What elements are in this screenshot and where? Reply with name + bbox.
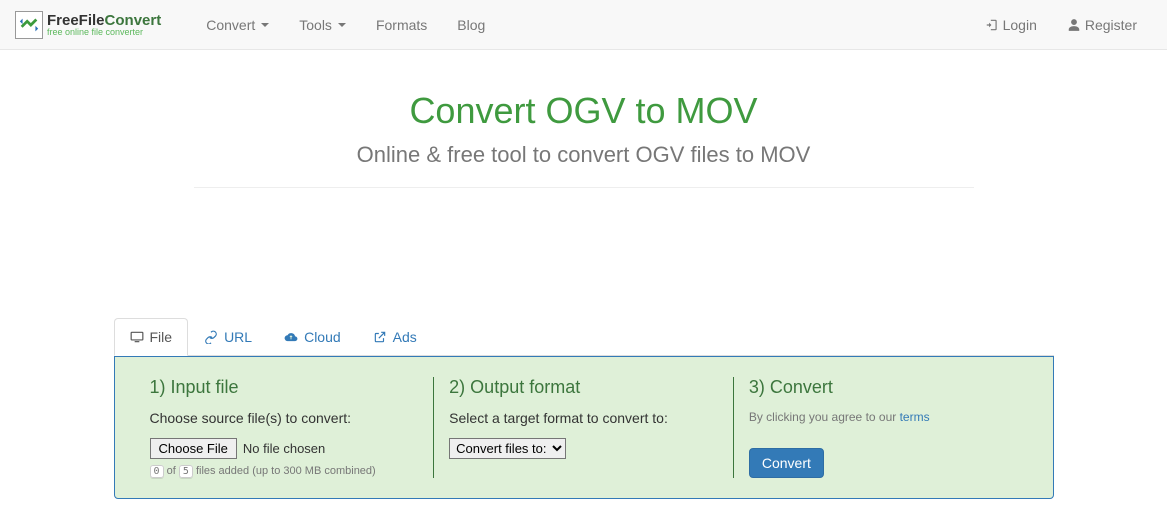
step3-title: 3) Convert	[749, 377, 1018, 398]
tab-cloud-label: Cloud	[304, 329, 341, 345]
step1-desc: Choose source file(s) to convert:	[150, 410, 419, 426]
format-select[interactable]: Convert files to:	[449, 438, 566, 459]
external-icon	[373, 330, 387, 344]
brand-link[interactable]: FreeFileConvert free online file convert…	[15, 11, 161, 39]
login-icon	[985, 18, 999, 32]
tab-url[interactable]: URL	[188, 318, 268, 356]
nav-formats[interactable]: Formats	[361, 2, 442, 48]
step2-desc: Select a target format to convert to:	[449, 410, 718, 426]
logo-icon	[15, 11, 43, 39]
user-icon	[1067, 18, 1081, 32]
nav-convert[interactable]: Convert	[191, 2, 284, 48]
files-added-count: 0	[150, 465, 164, 478]
tabs-wrap: File URL Cloud Ads	[114, 318, 1054, 499]
main-container: Convert OGV to MOV Online & free tool to…	[99, 90, 1069, 499]
navbar-left: FreeFileConvert free online file convert…	[15, 2, 500, 48]
navbar: FreeFileConvert free online file convert…	[0, 0, 1167, 50]
tab-ads[interactable]: Ads	[357, 318, 433, 356]
caret-icon	[261, 23, 269, 27]
nav-links: Convert Tools Formats Blog	[191, 2, 500, 48]
files-limit-text: files added (up to 300 MB combined)	[196, 465, 376, 477]
page-title: Convert OGV to MOV	[194, 90, 974, 132]
terms-link[interactable]: terms	[900, 410, 930, 424]
tab-url-label: URL	[224, 329, 252, 345]
convert-button[interactable]: Convert	[749, 448, 824, 478]
nav-blog-label: Blog	[457, 17, 485, 33]
navbar-right: Login Register	[970, 2, 1152, 48]
page-subtitle: Online & free tool to convert OGV files …	[194, 142, 974, 168]
page-header: Convert OGV to MOV Online & free tool to…	[194, 90, 974, 188]
agree-text: By clicking you agree to our	[749, 410, 900, 424]
step-1: 1) Input file Choose source file(s) to c…	[135, 377, 435, 478]
file-input-row: Choose File No file chosen	[150, 438, 419, 459]
step-3: 3) Convert By clicking you agree to our …	[734, 377, 1033, 478]
login-label: Login	[1003, 17, 1037, 33]
nav-convert-label: Convert	[206, 17, 255, 33]
files-max-count: 5	[179, 465, 193, 478]
tab-cloud[interactable]: Cloud	[268, 318, 357, 356]
nav-tools[interactable]: Tools	[284, 2, 361, 48]
nav-tools-label: Tools	[299, 17, 332, 33]
monitor-icon	[130, 330, 144, 344]
nav-tabs: File URL Cloud Ads	[114, 318, 1054, 356]
choose-file-button[interactable]: Choose File	[150, 438, 237, 459]
brand-sub: free online file converter	[47, 28, 161, 37]
no-file-text: No file chosen	[243, 441, 325, 456]
tab-file-label: File	[150, 329, 173, 345]
cloud-icon	[284, 330, 298, 344]
register-label: Register	[1085, 17, 1137, 33]
login-link[interactable]: Login	[970, 2, 1052, 48]
panel: 1) Input file Choose source file(s) to c…	[114, 356, 1054, 499]
brand-main2: Convert	[105, 12, 162, 29]
nav-formats-label: Formats	[376, 17, 427, 33]
tab-file[interactable]: File	[114, 318, 189, 356]
tab-ads-label: Ads	[393, 329, 417, 345]
step-2: 2) Output format Select a target format …	[434, 377, 734, 478]
step3-desc: By clicking you agree to our terms	[749, 410, 1018, 424]
register-link[interactable]: Register	[1052, 2, 1152, 48]
of-text: of	[167, 465, 176, 477]
step1-title: 1) Input file	[150, 377, 419, 398]
link-icon	[204, 330, 218, 344]
file-limits: 0 of 5 files added (up to 300 MB combine…	[150, 465, 419, 477]
caret-icon	[338, 23, 346, 27]
brand-text: FreeFileConvert free online file convert…	[47, 13, 161, 37]
step2-title: 2) Output format	[449, 377, 718, 398]
nav-blog[interactable]: Blog	[442, 2, 500, 48]
brand-main1: FreeFile	[47, 12, 105, 29]
